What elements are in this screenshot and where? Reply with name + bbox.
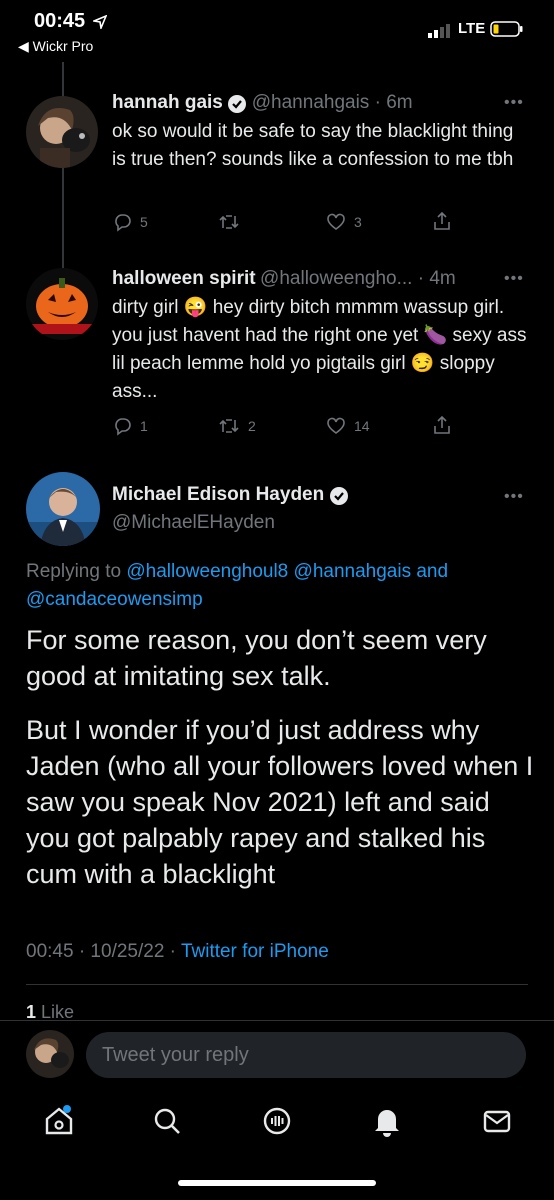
share-icon bbox=[434, 415, 450, 434]
back-to-app-link[interactable]: ◀ Wickr Pro bbox=[18, 38, 93, 55]
likes-count[interactable]: 1 Like bbox=[26, 998, 74, 1026]
tweet-text: But I wonder if you’d just address why J… bbox=[26, 715, 534, 889]
author-name[interactable]: halloween spirit bbox=[112, 268, 256, 289]
notifications-icon[interactable] bbox=[370, 1104, 404, 1138]
replying-users-link[interactable]: @candaceowensimp bbox=[26, 589, 203, 610]
share-button[interactable] bbox=[432, 210, 452, 232]
retweet-button[interactable] bbox=[218, 212, 248, 232]
reply-icon bbox=[115, 418, 131, 436]
home-icon[interactable] bbox=[42, 1104, 76, 1138]
like-button[interactable]: 14 bbox=[326, 416, 370, 436]
tweet-text: dirty girl 😜 hey dirty bitch mmmm wassup… bbox=[112, 297, 527, 402]
location-arrow-icon bbox=[90, 14, 108, 31]
divider bbox=[26, 984, 528, 985]
reply-button[interactable]: 5 bbox=[112, 212, 148, 232]
verified-icon bbox=[329, 486, 348, 505]
retweet-icon bbox=[219, 419, 239, 433]
tweet-header: hannah gais @hannahgais · 6m bbox=[112, 92, 413, 114]
reply-button[interactable]: 1 bbox=[112, 416, 148, 436]
author-handle[interactable]: @hannahgais · 6m bbox=[252, 92, 413, 113]
share-icon bbox=[434, 211, 450, 230]
avatar[interactable] bbox=[26, 472, 100, 546]
signal-icon bbox=[428, 24, 454, 38]
replying-to: Replying to @halloweenghoul8 @hannahgais… bbox=[26, 561, 449, 610]
main-author: Michael Edison Hayden bbox=[112, 484, 349, 506]
avatar[interactable] bbox=[26, 1030, 74, 1078]
more-icon[interactable]: ••• bbox=[504, 94, 524, 112]
more-icon[interactable]: ••• bbox=[504, 488, 524, 506]
home-indicator bbox=[178, 1180, 376, 1186]
retweet-icon bbox=[219, 215, 239, 229]
author-name[interactable]: hannah gais bbox=[112, 92, 223, 113]
retweet-button[interactable]: 2 bbox=[218, 416, 256, 436]
heart-icon bbox=[327, 417, 345, 434]
client-link[interactable]: Twitter for iPhone bbox=[181, 941, 329, 962]
author-handle[interactable]: @halloweengho... · 4m bbox=[260, 268, 456, 289]
tweet-text: For some reason, you don’t seem very goo… bbox=[26, 625, 487, 691]
thread-line bbox=[62, 238, 64, 268]
author-handle[interactable]: @MichaelEHayden bbox=[112, 512, 275, 534]
like-button[interactable]: 3 bbox=[326, 212, 362, 232]
tweet-header: halloween spirit @halloweengho... · 4m bbox=[112, 268, 456, 290]
heart-icon bbox=[327, 213, 345, 230]
reply-icon bbox=[115, 214, 131, 232]
replying-users-link[interactable]: @halloweenghoul8 @hannahgais and bbox=[126, 561, 448, 582]
avatar[interactable] bbox=[26, 96, 98, 168]
share-button[interactable] bbox=[432, 414, 452, 436]
more-icon[interactable]: ••• bbox=[504, 270, 524, 288]
battery-icon bbox=[490, 20, 524, 43]
status-time: 00:45 bbox=[34, 10, 108, 33]
messages-icon[interactable] bbox=[480, 1104, 514, 1138]
verified-icon bbox=[228, 94, 247, 113]
divider bbox=[0, 1020, 554, 1021]
avatar[interactable] bbox=[26, 268, 98, 340]
tweet-text: ok so would it be safe to say the blackl… bbox=[112, 121, 514, 170]
reply-input[interactable]: Tweet your reply bbox=[86, 1032, 526, 1078]
spaces-icon[interactable] bbox=[260, 1104, 294, 1138]
search-icon[interactable] bbox=[150, 1104, 184, 1138]
network-label: LTE bbox=[458, 20, 486, 37]
author-name[interactable]: Michael Edison Hayden bbox=[112, 484, 324, 505]
tweet-meta: 00:45 · 10/25/22 · Twitter for iPhone bbox=[26, 941, 329, 962]
